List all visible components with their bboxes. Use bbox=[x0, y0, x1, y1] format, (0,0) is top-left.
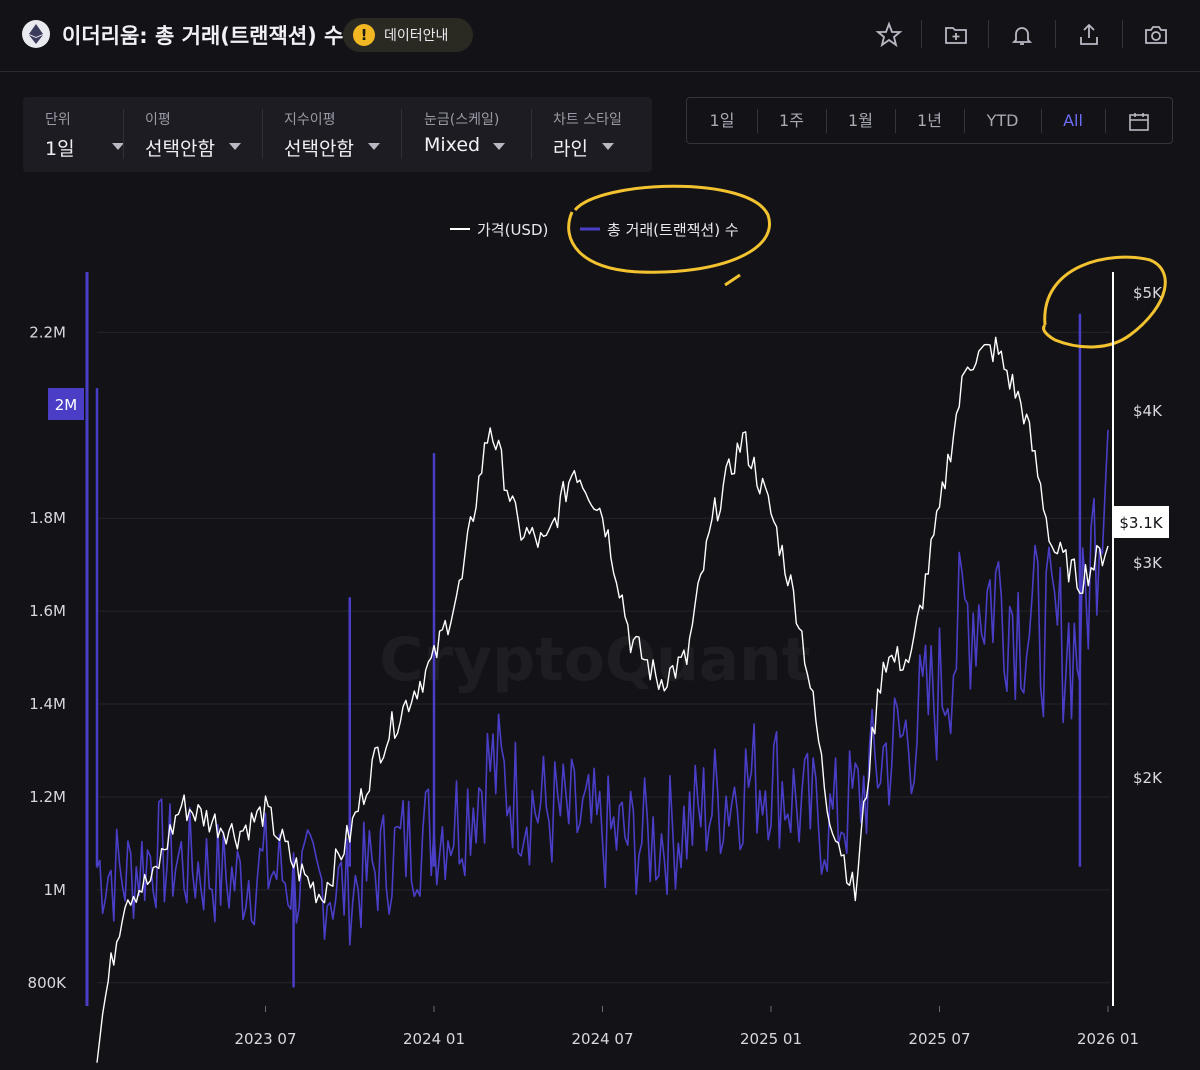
share-icon[interactable] bbox=[1074, 20, 1104, 50]
x-tick-label: 2026 01 bbox=[1077, 1030, 1139, 1048]
chevron-down-icon bbox=[493, 143, 505, 150]
x-tick-label: 2023 07 bbox=[234, 1030, 296, 1048]
scale-value: Mixed bbox=[424, 134, 481, 156]
folder-add-icon[interactable] bbox=[941, 20, 971, 50]
spike-highlight-circle bbox=[1042, 255, 1167, 349]
right-tick-label: $3K bbox=[1133, 554, 1163, 572]
calendar-icon[interactable] bbox=[1105, 98, 1172, 143]
x-axis-labels: 2023 07 2024 01 2024 07 2025 01 2025 07 2026 … bbox=[234, 1006, 1139, 1048]
chevron-down-icon bbox=[602, 143, 614, 150]
chevron-down-icon bbox=[368, 143, 380, 150]
data-guide-label: 데이터안내 bbox=[384, 28, 449, 44]
chart-area: CryptoQuant 800K 1M 1.2M 1.4M 1.6M 1.8M 2.2M $… bbox=[28, 184, 1169, 1063]
y-axis-labels: 800K 1M 1.2M 1.4M 1.6M 1.8M 2.2M bbox=[28, 323, 68, 991]
range-ytd[interactable]: YTD bbox=[964, 98, 1041, 143]
y-tick-label: 800K bbox=[28, 974, 68, 992]
legend-price[interactable]: 가격(USD) bbox=[477, 221, 548, 239]
page-title: 이더리움: 총 거래(트랜잭션) 수 bbox=[62, 24, 344, 48]
right-tick-label: $4K bbox=[1133, 402, 1163, 420]
camera-icon[interactable] bbox=[1141, 20, 1171, 50]
star-icon[interactable] bbox=[874, 20, 904, 50]
top-bar: 이더리움: 총 거래(트랜잭션) 수 ! 데이터안내 bbox=[0, 0, 1200, 72]
price-series-line bbox=[96, 336, 1109, 1063]
range-1y[interactable]: 1년 bbox=[895, 98, 964, 143]
warning-icon: ! bbox=[353, 24, 375, 46]
range-1w[interactable]: 1주 bbox=[757, 98, 826, 143]
unit-caption: 단위 bbox=[45, 112, 71, 128]
scale-caption: 눈금(스케일) bbox=[424, 112, 500, 128]
y-tick-label: 1.8M bbox=[29, 509, 66, 527]
y-tick-label: 1M bbox=[44, 881, 67, 899]
ma-caption: 이평 bbox=[145, 112, 171, 128]
y-tick-label: 1.6M bbox=[29, 602, 66, 620]
chart-style-caption: 차트 스타일 bbox=[553, 112, 622, 128]
x-tick-label: 2025 01 bbox=[740, 1030, 802, 1048]
ma-value: 선택안함 bbox=[145, 138, 215, 160]
left-cursor-value: 2M bbox=[55, 396, 78, 414]
range-all[interactable]: All bbox=[1041, 98, 1105, 143]
unit-value: 1일 bbox=[45, 138, 75, 160]
chart-style-select[interactable]: 차트 스타일 라인 bbox=[553, 97, 648, 172]
right-tick-label: $2K bbox=[1133, 769, 1163, 787]
bell-icon[interactable] bbox=[1007, 20, 1037, 50]
y-tick-label: 2.2M bbox=[29, 323, 66, 341]
ma-select[interactable]: 이평 선택안함 bbox=[145, 97, 265, 172]
ethereum-logo-icon bbox=[22, 20, 50, 48]
ema-value: 선택안함 bbox=[284, 138, 354, 160]
watermark: CryptoQuant bbox=[379, 625, 810, 695]
y-tick-label: 1.4M bbox=[29, 695, 66, 713]
chevron-down-icon bbox=[229, 143, 241, 150]
legend-tx[interactable]: 총 거래(트랜잭션) 수 bbox=[607, 221, 739, 239]
ema-caption: 지수이평 bbox=[284, 112, 336, 128]
right-tick-label: $5K bbox=[1133, 284, 1163, 302]
x-tick-label: 2024 01 bbox=[403, 1030, 465, 1048]
scale-select[interactable]: 눈금(스케일) Mixed bbox=[424, 97, 529, 172]
chart-controls: 단위 1일 이평 선택안함 지수이평 선택안함 눈금(스케일) Mixed 차트… bbox=[23, 97, 652, 172]
range-1m[interactable]: 1월 bbox=[826, 98, 895, 143]
y-tick-label: 1.2M bbox=[29, 788, 66, 806]
chart-legend: 가격(USD) 총 거래(트랜잭션) 수 bbox=[450, 221, 739, 239]
ema-select[interactable]: 지수이평 선택안함 bbox=[284, 97, 404, 172]
x-tick-label: 2024 07 bbox=[571, 1030, 633, 1048]
x-tick-label: 2025 07 bbox=[908, 1030, 970, 1048]
range-1d[interactable]: 1일 bbox=[687, 98, 757, 143]
chart-style-value: 라인 bbox=[553, 138, 588, 160]
unit-select[interactable]: 단위 1일 bbox=[45, 97, 125, 172]
data-guide-button[interactable]: ! 데이터안내 bbox=[343, 18, 473, 52]
range-selector: 1일 1주 1월 1년 YTD All bbox=[686, 97, 1173, 144]
right-cursor-value: $3.1K bbox=[1119, 514, 1163, 532]
